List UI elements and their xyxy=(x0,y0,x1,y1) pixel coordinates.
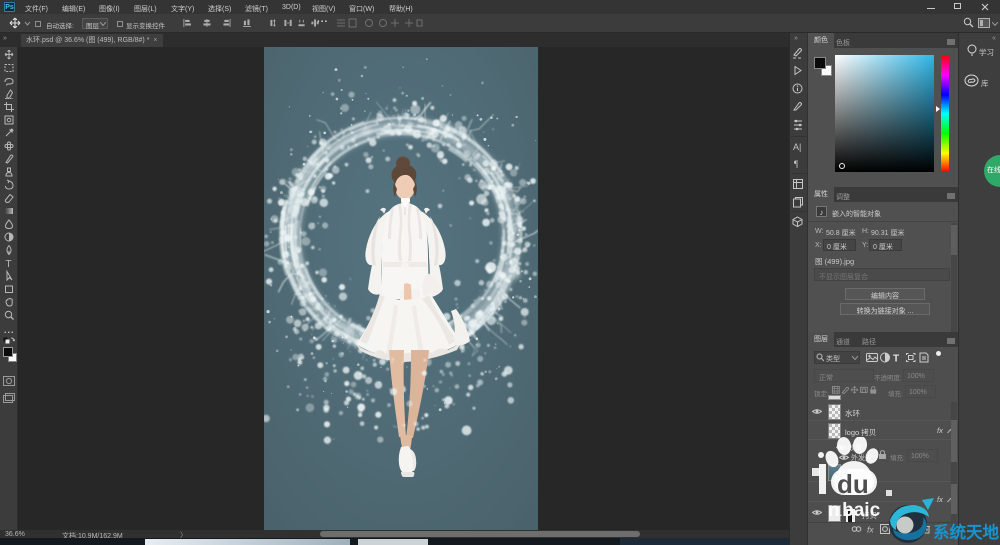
svg-text:T: T xyxy=(893,354,899,364)
svg-text:du: du xyxy=(837,469,869,499)
svg-text:fx: fx xyxy=(867,525,874,535)
svg-text:T: T xyxy=(6,259,12,270)
svg-text:¶: ¶ xyxy=(794,159,798,169)
svg-text:A|: A| xyxy=(793,142,801,152)
